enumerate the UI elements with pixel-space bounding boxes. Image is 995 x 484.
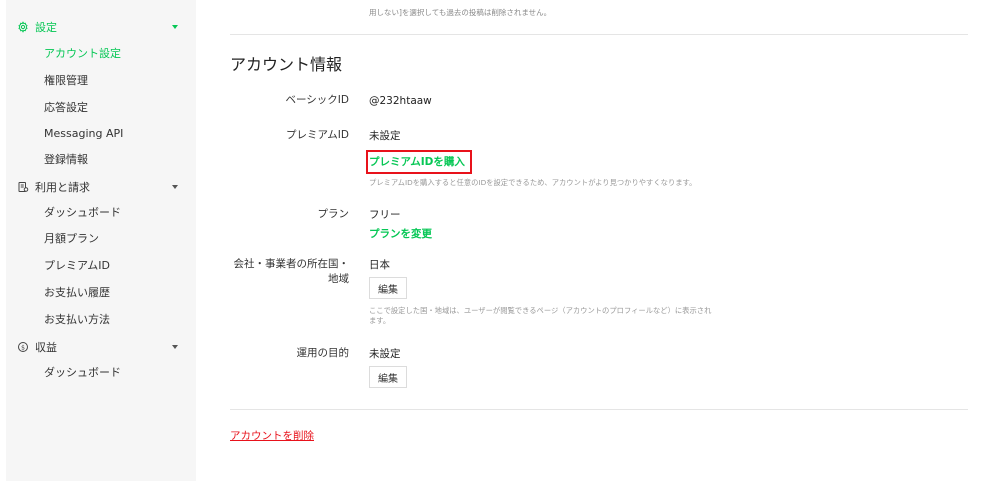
sidebar-group-revenue[interactable]: $ 収益	[6, 333, 196, 360]
sidebar-item-payment-history[interactable]: お支払い履歴	[44, 286, 110, 300]
section-title: アカウント情報	[230, 55, 343, 74]
premium-id-label: プレミアムID	[286, 129, 349, 141]
country-help-line1: ここで設定した国・地域は、ユーザーが閲覧できるページ（アカウントのプロフィールな…	[369, 306, 712, 315]
sidebar-group-label: 収益	[35, 340, 57, 354]
sidebar-group-usage-billing[interactable]: 利用と請求	[6, 173, 196, 200]
country-help-line2: ます。	[369, 316, 391, 325]
purpose-label: 運用の目的	[296, 347, 350, 359]
chevron-down-icon	[172, 344, 178, 349]
sidebar-item-dashboard[interactable]: ダッシュボード	[44, 206, 121, 220]
country-edit-button[interactable]: 編集	[369, 277, 407, 299]
sidebar-item-monthly-plan[interactable]: 月額プラン	[44, 232, 99, 246]
chevron-down-icon	[172, 24, 178, 29]
top-note: 用しない]を選択しても過去の投稿は削除されません。	[369, 8, 552, 17]
sidebar-item-response-settings[interactable]: 応答設定	[44, 101, 88, 115]
sidebar-item-account-settings[interactable]: アカウント設定	[44, 47, 121, 61]
change-plan-link[interactable]: プランを変更	[369, 227, 432, 241]
premium-id-help: プレミアムIDを購入すると任意のIDを設定できるため、アカウントがより見つかりや…	[369, 178, 697, 187]
sidebar-item-permissions[interactable]: 権限管理	[44, 74, 88, 88]
account-settings-panel: 用しない]を選択しても過去の投稿は削除されません。 アカウント情報 ベーシックI…	[230, 0, 968, 484]
sidebar-group-label: 利用と請求	[35, 180, 90, 194]
receipt-icon	[17, 181, 29, 193]
divider	[230, 409, 968, 410]
sidebar-item-payment-method[interactable]: お支払い方法	[44, 313, 110, 327]
purpose-edit-button[interactable]: 編集	[369, 366, 407, 388]
sidebar-item-revenue-dashboard[interactable]: ダッシュボード	[44, 366, 121, 380]
premium-id-value: 未設定	[369, 130, 401, 142]
dollar-circle-icon: $	[17, 341, 29, 353]
buy-premium-id-link[interactable]: プレミアムIDを購入	[369, 155, 465, 169]
sidebar: 設定 アカウント設定 権限管理 応答設定 Messaging API 登録情報 …	[6, 0, 196, 481]
svg-text:$: $	[21, 344, 25, 351]
basic-id-label: ベーシックID	[285, 94, 349, 106]
sidebar-group-settings[interactable]: 設定	[6, 13, 196, 40]
chevron-down-icon	[172, 184, 178, 189]
plan-value: フリー	[369, 209, 401, 221]
gear-icon	[17, 20, 29, 33]
divider	[230, 34, 968, 35]
country-label-line2: 地域	[328, 273, 349, 285]
country-value: 日本	[369, 259, 390, 271]
plan-label: プラン	[317, 208, 350, 220]
basic-id-value: @232htaaw	[369, 95, 432, 107]
sidebar-item-registration-info[interactable]: 登録情報	[44, 153, 88, 167]
sidebar-item-messaging-api[interactable]: Messaging API	[44, 127, 123, 141]
sidebar-group-label: 設定	[35, 20, 57, 34]
purpose-value: 未設定	[369, 348, 401, 360]
sidebar-item-premium-id[interactable]: プレミアムID	[44, 259, 110, 273]
delete-account-link[interactable]: アカウントを削除	[230, 428, 314, 443]
country-label-line1: 会社・事業者の所在国・	[233, 258, 350, 270]
